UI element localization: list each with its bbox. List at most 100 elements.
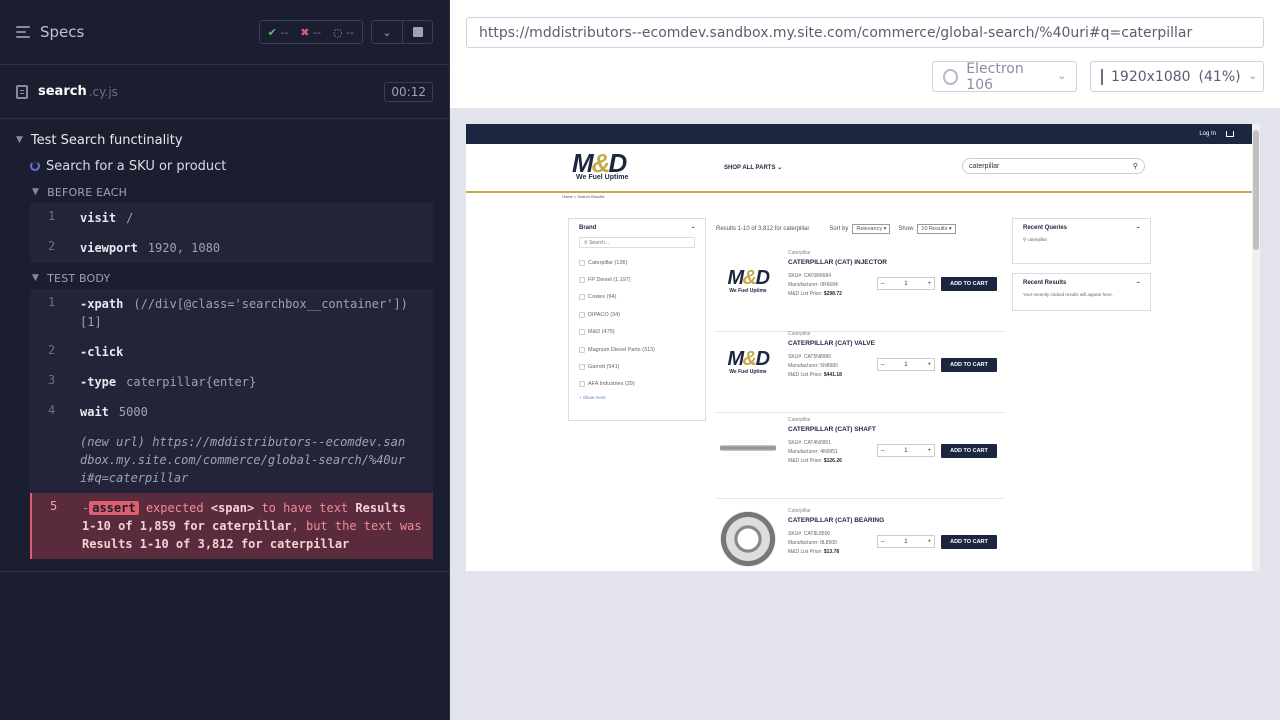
electron-icon: [943, 68, 959, 85]
running-spinner-icon: [30, 161, 40, 171]
results-count: Results 1-10 of 3,812 for caterpillar: [716, 226, 810, 232]
browser-selector[interactable]: Electron 106 ⌄: [932, 61, 1077, 93]
specs-list-icon: [16, 26, 30, 38]
ruler-icon: [1101, 68, 1103, 85]
run-controls: ⌄: [371, 20, 433, 44]
test-title-row[interactable]: Search for a SKU or product: [0, 151, 449, 181]
facet-item[interactable]: DIPACO (34): [579, 306, 695, 323]
spec-name: search: [38, 84, 87, 99]
preview-header: https://mddistributors--ecomdev.sandbox.…: [450, 0, 1280, 108]
stop-button[interactable]: [402, 21, 432, 43]
collapse-icon[interactable]: –: [1137, 280, 1140, 286]
product-image[interactable]: [716, 419, 780, 477]
facet-search-input[interactable]: ⚲ Search...: [579, 237, 695, 248]
command-row[interactable]: 3 -type caterpillar{enter}: [30, 367, 433, 397]
chevron-down-icon: ▼: [16, 135, 23, 145]
recent-results-panel: Recent Results – Your recently clicked re…: [1012, 273, 1151, 311]
passed-stat: ✔ --: [267, 25, 289, 39]
add-to-cart-button[interactable]: ADD TO CART: [941, 535, 997, 549]
product-image[interactable]: M&D We Fuel Uptime: [716, 333, 780, 391]
product-result: Caterpillar CATERPILLAR (CAT) SHAFT SKU#…: [716, 413, 1004, 499]
url-bar[interactable]: https://mddistributors--ecomdev.sandbox.…: [466, 17, 1264, 48]
quantity-stepper[interactable]: –1 +: [877, 277, 935, 290]
facet-item[interactable]: AFA Industries (29): [579, 376, 695, 393]
command-row[interactable]: 2 viewport 1920, 1080: [30, 233, 433, 263]
site-search-input[interactable]: caterpillar ⚲: [962, 158, 1145, 174]
pending-icon: ◌: [332, 25, 343, 39]
recent-query-item[interactable]: ⚲ caterpillar: [1023, 237, 1140, 243]
product-title-link[interactable]: CATERPILLAR (CAT) INJECTOR: [788, 259, 887, 266]
show-more-link[interactable]: + Show more: [579, 395, 695, 400]
chevron-down-icon: ▼: [32, 273, 40, 283]
chevron-down-icon: ▼: [32, 187, 40, 197]
add-to-cart-button[interactable]: ADD TO CART: [941, 277, 997, 291]
new-url-row[interactable]: (new url) https://mddistributors--ecomde…: [30, 427, 433, 493]
pending-stat: ◌ --: [332, 25, 354, 39]
test-body-hook[interactable]: ▼ TEST BODY: [0, 267, 449, 289]
collapse-icon[interactable]: –: [1137, 225, 1140, 231]
failed-stat: ✖ --: [300, 25, 321, 39]
test-stats: ✔ -- ✖ -- ◌ --: [258, 20, 363, 44]
chevron-down-icon: ⌄: [1057, 71, 1066, 82]
search-icon[interactable]: ⚲: [1133, 162, 1138, 170]
frame-scrollbar[interactable]: [1252, 124, 1260, 571]
product-result: M&D We Fuel Uptime Caterpillar CATERPILLA…: [716, 246, 1004, 332]
new-url-text: (new url) https://mddistributors--ecomde…: [80, 435, 406, 485]
facet-item[interactable]: FP Diesel (1,197): [579, 271, 695, 288]
stop-icon: [412, 27, 423, 37]
test-suite: ▼ Test Search functinality Search for a …: [0, 119, 449, 572]
site-logo[interactable]: M&D We Fuel Uptime: [572, 150, 628, 181]
specs-label: Specs: [40, 23, 85, 41]
app-under-test-frame: Log In M&D We Fuel Uptime SHOP ALL PARTS…: [466, 124, 1260, 571]
specs-toggle-button[interactable]: Specs: [16, 23, 84, 41]
product-title-link[interactable]: CATERPILLAR (CAT) BEARING: [788, 517, 884, 524]
login-link[interactable]: Log In: [1199, 131, 1216, 137]
cart-icon[interactable]: [1226, 131, 1234, 137]
product-title-link[interactable]: CATERPILLAR (CAT) SHAFT: [788, 426, 876, 433]
assert-message: - assert expected <span> to have text Res…: [82, 501, 422, 551]
site-header: M&D We Fuel Uptime SHOP ALL PARTS ⌄ cate…: [466, 144, 1260, 193]
sort-select[interactable]: Relevancy ▾: [852, 224, 891, 234]
viewport-selector[interactable]: 1920x1080 (41%) ⌄: [1090, 61, 1264, 92]
collapse-chevron-button[interactable]: ⌄: [372, 21, 402, 43]
product-image[interactable]: M&D We Fuel Uptime: [716, 252, 780, 310]
brand-facet: Brand – ⚲ Search... Caterpillar (136) FP …: [568, 218, 706, 421]
shop-all-parts-menu[interactable]: SHOP ALL PARTS ⌄: [724, 164, 782, 171]
results-summary-bar: Results 1-10 of 3,812 for caterpillar So…: [716, 224, 1004, 234]
site-utility-bar: Log In: [466, 124, 1260, 144]
document-icon: [16, 84, 28, 99]
before-each-commands: 1 visit/ 2 viewport 1920, 1080: [30, 203, 433, 263]
breadcrumb[interactable]: Home > Search Results: [562, 194, 604, 199]
check-icon: ✔: [267, 25, 277, 39]
page-size-select[interactable]: 10 Results ▾: [917, 224, 956, 234]
add-to-cart-button[interactable]: ADD TO CART: [941, 358, 997, 372]
product-title-link[interactable]: CATERPILLAR (CAT) VALVE: [788, 340, 875, 347]
failed-assert-row[interactable]: 5 - assert expected <span> to have text R…: [30, 493, 433, 559]
app-preview-panel: https://mddistributors--ecomdev.sandbox.…: [450, 0, 1280, 720]
chevron-down-icon: ⌄: [777, 165, 783, 171]
product-result: M&D We Fuel Uptime Caterpillar CATERPILLA…: [716, 327, 1004, 413]
spec-ext: .cy.js: [88, 84, 118, 99]
command-row[interactable]: 1 visit /: [30, 203, 433, 233]
product-image[interactable]: [716, 510, 780, 568]
test-body-commands: 1 -xpath (//div[@class='searchbox__contai…: [30, 289, 433, 493]
add-to-cart-button[interactable]: ADD TO CART: [941, 444, 997, 458]
quantity-stepper[interactable]: –1 +: [877, 535, 935, 548]
facet-item[interactable]: Caterpillar (136): [579, 254, 695, 271]
before-each-hook[interactable]: ▼ BEFORE EACH: [0, 181, 449, 203]
spec-duration: 00:12: [384, 81, 433, 102]
x-icon: ✖: [300, 25, 310, 39]
quantity-stepper[interactable]: –1 +: [877, 358, 935, 371]
assert-tag: assert: [89, 501, 139, 515]
command-log-panel: Specs ✔ -- ✖ -- ◌ -- ⌄ search .cy.js 00:…: [0, 0, 450, 720]
collapse-icon[interactable]: –: [692, 225, 695, 231]
command-row[interactable]: 1 -xpath (//div[@class='searchbox__contai…: [30, 289, 433, 337]
suite-title-row[interactable]: ▼ Test Search functinality: [0, 129, 449, 151]
facet-item[interactable]: M&D (475): [579, 324, 695, 341]
command-row[interactable]: 4 wait 5000: [30, 397, 433, 427]
facet-item[interactable]: Magnum Diesel Parts (313): [579, 341, 695, 358]
quantity-stepper[interactable]: –1 +: [877, 444, 935, 457]
command-row[interactable]: 2 -click: [30, 337, 433, 367]
facet-item[interactable]: Garrett (541): [579, 358, 695, 375]
facet-item[interactable]: Costex (94): [579, 289, 695, 306]
